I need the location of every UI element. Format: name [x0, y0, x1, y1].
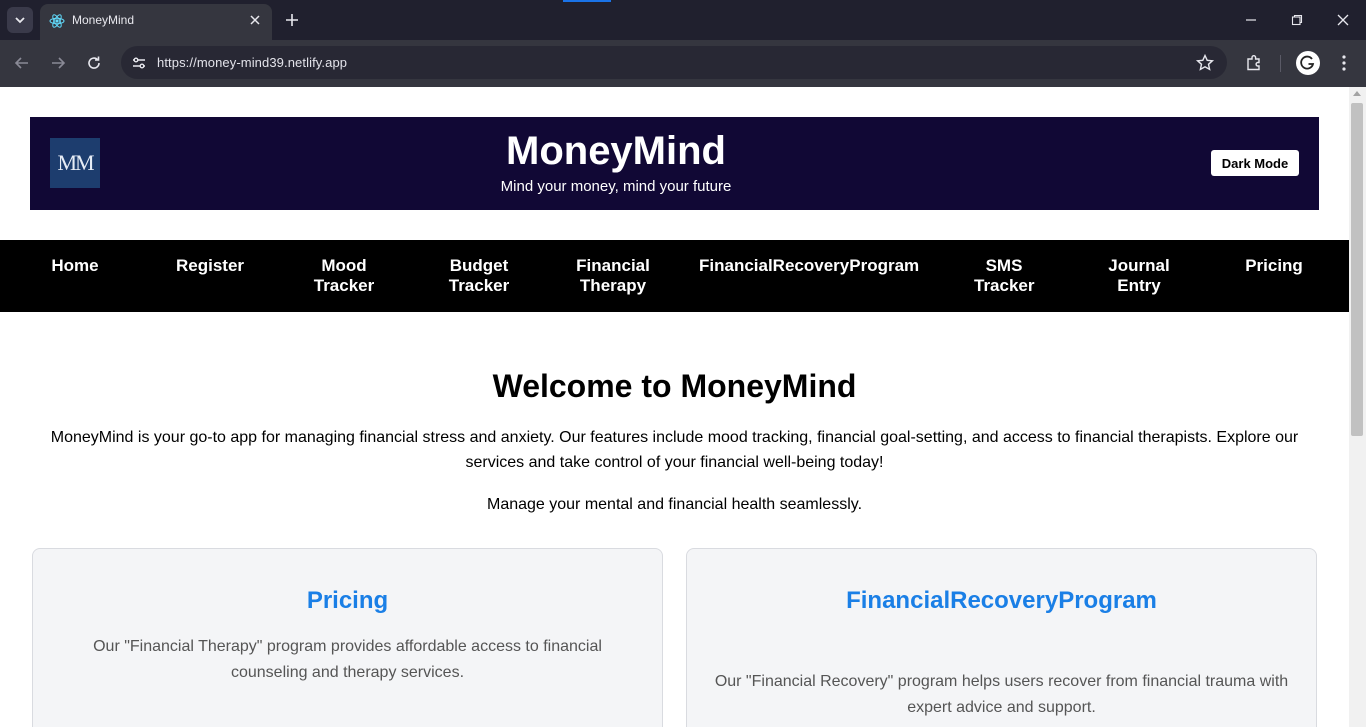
close-icon[interactable] — [247, 12, 263, 28]
restore-button[interactable] — [1287, 10, 1307, 30]
browser-tab-strip: MoneyMind — [0, 0, 1366, 40]
nav-item-register[interactable]: Register — [170, 256, 250, 276]
nav-item-home[interactable]: Home — [45, 256, 105, 276]
site-tagline: Mind your money, mind your future — [500, 178, 732, 195]
toolbar-separator — [1280, 55, 1281, 72]
chevron-down-icon — [15, 17, 25, 24]
react-favicon-icon — [49, 14, 65, 28]
main-nav: Home Register Mood Tracker Budget Tracke… — [0, 240, 1349, 312]
welcome-subtitle: Manage your mental and financial health … — [486, 496, 863, 513]
close-icon — [1337, 14, 1349, 26]
card-text: Our "Financial Recovery" program helps u… — [714, 673, 1289, 716]
minimize-icon — [1246, 19, 1256, 21]
feature-card-financial-recovery: FinancialRecoveryProgram Our "Financial … — [686, 548, 1317, 727]
nav-item-mood-tracker[interactable]: Mood Tracker — [304, 256, 384, 296]
feature-card-pricing: Pricing Our "Financial Therapy" program … — [32, 548, 663, 727]
browser-tab[interactable]: MoneyMind — [40, 4, 272, 40]
card-title[interactable]: Pricing — [33, 587, 662, 615]
forward-button[interactable] — [47, 52, 69, 74]
nav-item-journal-entry[interactable]: Journal Entry — [1099, 256, 1179, 296]
star-icon[interactable] — [1195, 53, 1215, 73]
reload-button[interactable] — [83, 52, 105, 74]
profile-g-icon — [1300, 55, 1315, 70]
arrow-right-icon — [52, 57, 66, 69]
nav-item-financial-recovery-program[interactable]: FinancialRecoveryProgram — [699, 256, 919, 276]
welcome-description: MoneyMind is your go-to app for managing… — [50, 429, 1299, 471]
site-title: MoneyMind — [506, 129, 726, 173]
tab-strip-accent — [563, 0, 611, 2]
tab-title: MoneyMind — [72, 13, 135, 27]
card-text: Our "Financial Therapy" program provides… — [93, 638, 602, 681]
site-header: MM MoneyMind Mind your money, mind your … — [30, 117, 1319, 210]
browser-toolbar: https://money-mind39.netlify.app — [0, 40, 1366, 87]
arrow-left-icon — [14, 57, 28, 69]
welcome-title: Welcome to MoneyMind — [492, 368, 857, 404]
reload-icon — [88, 56, 100, 69]
profile-avatar[interactable] — [1296, 51, 1320, 75]
window-close-button[interactable] — [1333, 10, 1353, 30]
nav-item-financial-therapy[interactable]: Financial Therapy — [570, 256, 656, 296]
scroll-up-arrow-icon[interactable] — [1353, 91, 1361, 96]
address-bar[interactable]: https://money-mind39.netlify.app — [121, 46, 1227, 79]
nav-item-pricing[interactable]: Pricing — [1234, 256, 1314, 276]
puzzle-extensions-icon[interactable] — [1244, 53, 1264, 73]
back-button[interactable] — [11, 52, 33, 74]
scrollbar-thumb[interactable] — [1351, 103, 1363, 436]
new-tab-plus-icon[interactable] — [282, 10, 302, 30]
page-scrollbar[interactable] — [1349, 87, 1366, 727]
site-info-button[interactable] — [127, 51, 151, 75]
dark-mode-button[interactable]: Dark Mode — [1211, 150, 1299, 176]
tab-search-button[interactable] — [7, 7, 33, 33]
restore-icon — [1291, 14, 1303, 26]
card-title[interactable]: FinancialRecoveryProgram — [687, 587, 1316, 615]
page-viewport: MM MoneyMind Mind your money, mind your … — [0, 87, 1349, 727]
minimize-button[interactable] — [1241, 10, 1261, 30]
url-text: https://money-mind39.netlify.app — [157, 55, 348, 70]
nav-item-budget-tracker[interactable]: Budget Tracker — [439, 256, 519, 296]
more-vertical-icon[interactable] — [1334, 53, 1354, 73]
nav-item-sms-tracker[interactable]: SMS Tracker — [974, 256, 1035, 296]
tune-icon — [133, 57, 145, 69]
